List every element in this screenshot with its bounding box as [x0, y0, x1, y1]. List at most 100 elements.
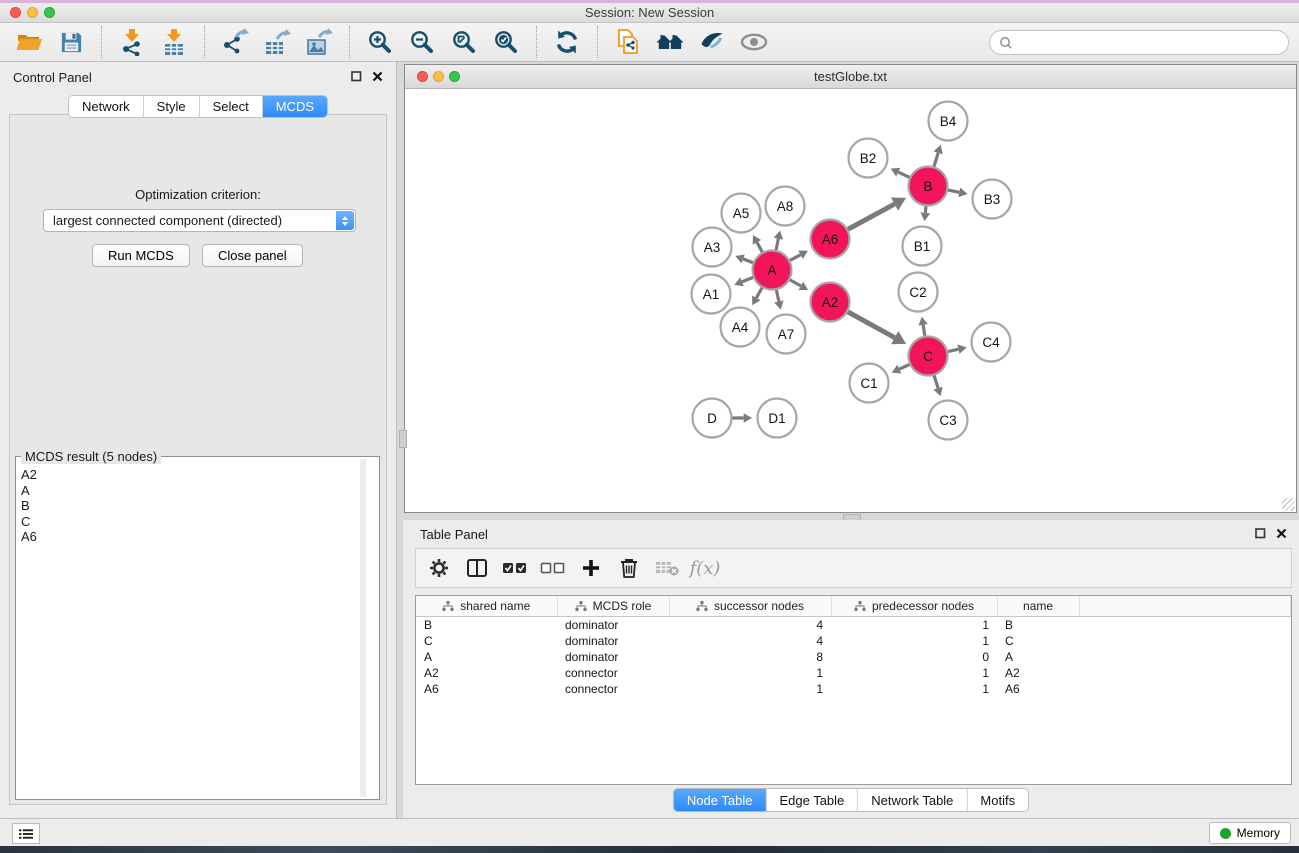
table-cell[interactable]: 4	[669, 617, 831, 634]
graph-node-a4[interactable]: A4	[721, 308, 760, 347]
add-column-button[interactable]	[572, 551, 610, 585]
graphics-details-button[interactable]	[691, 25, 733, 59]
table-cell[interactable]: 0	[831, 649, 997, 665]
table-row[interactable]: Adominator80A	[416, 649, 1291, 665]
table-row[interactable]: Cdominator41C	[416, 633, 1291, 649]
network-minimize-traffic-light[interactable]	[433, 71, 444, 82]
zoom-out-button[interactable]	[401, 25, 443, 59]
deselect-all-button[interactable]	[534, 551, 572, 585]
table-cell[interactable]: dominator	[557, 649, 669, 665]
graph-node-c1[interactable]: C1	[850, 364, 889, 403]
graph-node-b2[interactable]: B2	[849, 139, 888, 178]
graph-node-c2[interactable]: C2	[899, 273, 938, 312]
table-cell[interactable]: 1	[831, 681, 997, 697]
import-table-button[interactable]	[153, 25, 195, 59]
table-cell[interactable]: B	[416, 617, 557, 634]
graph-node-b1[interactable]: B1	[903, 227, 942, 266]
memory-button[interactable]: Memory	[1209, 822, 1291, 844]
close-panel-icon[interactable]	[372, 71, 383, 82]
home-button[interactable]	[649, 25, 691, 59]
table-cell[interactable]: C	[416, 633, 557, 649]
run-mcds-button[interactable]: Run MCDS	[92, 244, 190, 267]
column-header[interactable]: shared name	[416, 596, 557, 617]
table-row[interactable]: Bdominator41B	[416, 617, 1291, 634]
result-item[interactable]: C	[21, 514, 357, 530]
table-cell[interactable]: 1	[831, 633, 997, 649]
close-panel-icon[interactable]	[1276, 528, 1287, 539]
network-close-traffic-light[interactable]	[417, 71, 428, 82]
table-tab-network-table[interactable]: Network Table	[858, 789, 967, 811]
table-row[interactable]: A2connector11A2	[416, 665, 1291, 681]
optimization-criterion-dropdown[interactable]: largest connected component (directed)	[43, 209, 356, 232]
graph-node-d[interactable]: D	[693, 399, 732, 438]
export-image-button[interactable]	[298, 25, 340, 59]
graph-node-a6[interactable]: A6	[811, 220, 850, 259]
graph-node-c3[interactable]: C3	[929, 401, 968, 440]
result-item[interactable]: B	[21, 498, 357, 514]
table-cell[interactable]: connector	[557, 665, 669, 681]
graph-node-b[interactable]: B	[909, 167, 948, 206]
graph-node-c4[interactable]: C4	[972, 323, 1011, 362]
column-header[interactable]: successor nodes	[669, 596, 831, 617]
graph-node-a5[interactable]: A5	[722, 194, 761, 233]
table-tab-edge-table[interactable]: Edge Table	[766, 789, 858, 811]
table-cell[interactable]: A6	[997, 681, 1079, 697]
open-session-button[interactable]	[8, 25, 50, 59]
table-cell[interactable]: 1	[831, 617, 997, 634]
delete-column-button[interactable]	[610, 551, 648, 585]
show-columns-button[interactable]	[458, 551, 496, 585]
network-canvas[interactable]: B4 B2 B B3 A8A5 A6 A3 B1 A C2 A1 A2 A4A7 C4 C C1 D D1 C3	[405, 89, 1296, 512]
table-tab-node-table[interactable]: Node Table	[674, 789, 767, 811]
copy-network-button[interactable]	[607, 25, 649, 59]
table-cell[interactable]: A2	[416, 665, 557, 681]
table-cell[interactable]: B	[997, 617, 1079, 634]
graph-node-b3[interactable]: B3	[973, 180, 1012, 219]
search-field[interactable]	[989, 30, 1289, 55]
select-all-button[interactable]	[496, 551, 534, 585]
float-panel-icon[interactable]	[351, 71, 362, 82]
import-network-button[interactable]	[111, 25, 153, 59]
graph-node-a3[interactable]: A3	[693, 228, 732, 267]
result-item[interactable]: A6	[21, 529, 357, 545]
zoom-in-button[interactable]	[359, 25, 401, 59]
table-cell[interactable]: dominator	[557, 617, 669, 634]
table-cell[interactable]: A6	[416, 681, 557, 697]
graph-node-a[interactable]: A	[753, 251, 792, 290]
task-history-button[interactable]	[12, 823, 40, 844]
table-cell[interactable]: A	[997, 649, 1079, 665]
result-item[interactable]: A	[21, 483, 357, 499]
table-tab-motifs[interactable]: Motifs	[967, 789, 1028, 811]
column-header[interactable]: name	[997, 596, 1079, 617]
table-cell[interactable]: C	[997, 633, 1079, 649]
table-cell[interactable]: A	[416, 649, 557, 665]
result-item[interactable]: A2	[21, 467, 357, 483]
graph-node-a1[interactable]: A1	[692, 275, 731, 314]
table-cell[interactable]: connector	[557, 681, 669, 697]
graph-node-c[interactable]: C	[909, 337, 948, 376]
search-input[interactable]	[1018, 34, 1288, 51]
graph-node-a2[interactable]: A2	[811, 283, 850, 322]
graph-node-d1[interactable]: D1	[758, 399, 797, 438]
graph-node-b4[interactable]: B4	[929, 102, 968, 141]
graph-node-a7[interactable]: A7	[767, 315, 806, 354]
tab-network[interactable]: Network	[69, 96, 144, 117]
export-table-button[interactable]	[256, 25, 298, 59]
export-network-button[interactable]	[214, 25, 256, 59]
column-header[interactable]: predecessor nodes	[831, 596, 997, 617]
table-cell[interactable]: A2	[997, 665, 1079, 681]
tab-select[interactable]: Select	[200, 96, 263, 117]
zoom-fit-button[interactable]	[443, 25, 485, 59]
table-cell[interactable]: 1	[831, 665, 997, 681]
panel-splitter-handle[interactable]	[399, 430, 407, 448]
table-cell[interactable]: dominator	[557, 633, 669, 649]
table-cell[interactable]: 1	[669, 665, 831, 681]
result-scrollbar[interactable]	[360, 459, 366, 797]
zoom-selected-button[interactable]	[485, 25, 527, 59]
graph-node-a8[interactable]: A8	[766, 187, 805, 226]
save-session-button[interactable]	[50, 25, 92, 59]
tab-mcds[interactable]: MCDS	[263, 96, 327, 117]
column-header[interactable]: MCDS role	[557, 596, 669, 617]
table-cell[interactable]: 4	[669, 633, 831, 649]
close-panel-button[interactable]: Close panel	[202, 244, 303, 267]
network-zoom-traffic-light[interactable]	[449, 71, 460, 82]
